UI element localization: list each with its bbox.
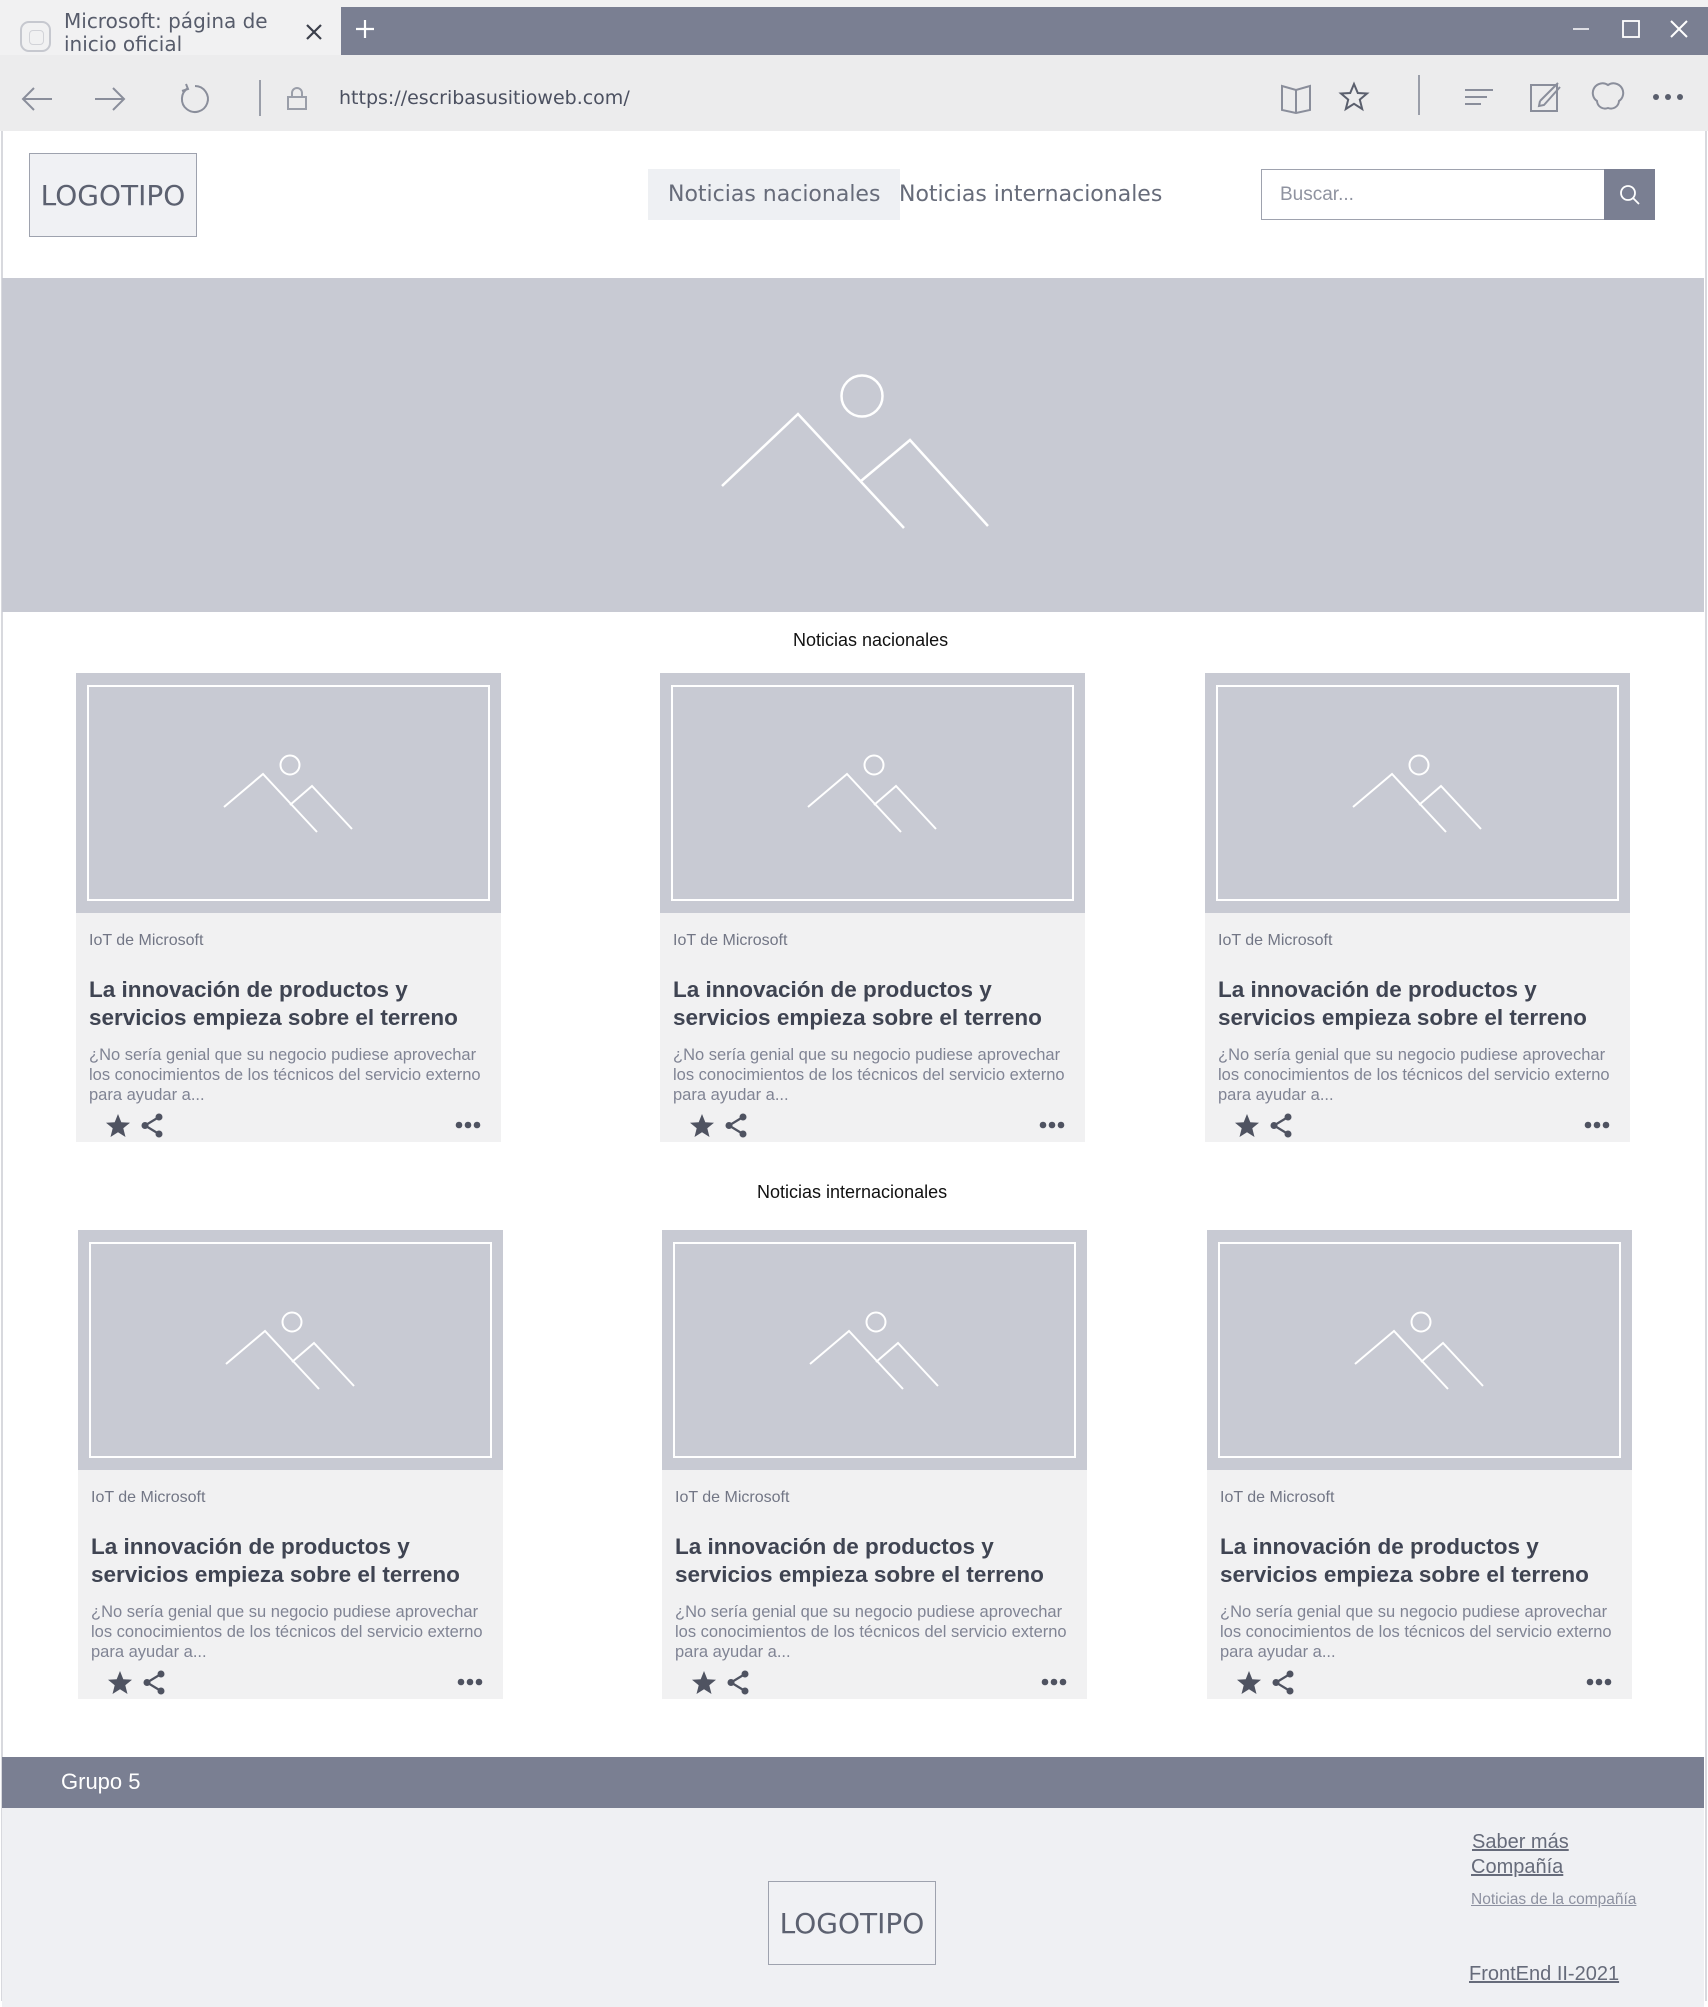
refresh-icon[interactable] bbox=[178, 82, 212, 116]
group-label: Grupo 5 bbox=[61, 1769, 141, 1794]
card-kicker: IoT de Microsoft bbox=[1218, 932, 1333, 949]
card-image-placeholder bbox=[1207, 1230, 1632, 1470]
search-icon bbox=[1619, 184, 1640, 205]
tab-title: Microsoft: página de inicio oficial bbox=[64, 9, 268, 56]
favorite-star-icon[interactable] bbox=[1236, 1670, 1262, 1695]
favorite-star-icon[interactable] bbox=[1234, 1113, 1260, 1138]
image-placeholder-icon bbox=[809, 1311, 939, 1390]
card-kicker: IoT de Microsoft bbox=[89, 932, 204, 949]
card-headline[interactable]: La innovación de productos y servicios e… bbox=[1218, 976, 1618, 1032]
more-options-icon[interactable] bbox=[1584, 1120, 1610, 1130]
card-excerpt: ¿No sería genial que su negocio pudiese … bbox=[1218, 1046, 1610, 1104]
news-card[interactable]: IoT de Microsoft La innovación de produc… bbox=[662, 1230, 1087, 1699]
search-button[interactable] bbox=[1604, 169, 1655, 220]
image-placeholder-icon bbox=[721, 374, 989, 529]
share-icon[interactable] bbox=[142, 1670, 166, 1695]
hub-icon[interactable] bbox=[1463, 85, 1495, 109]
image-placeholder-icon bbox=[1352, 754, 1482, 833]
card-kicker: IoT de Microsoft bbox=[1220, 1489, 1335, 1506]
card-excerpt: ¿No sería genial que su negocio pudiese … bbox=[89, 1046, 481, 1104]
hero-image-placeholder bbox=[2, 278, 1704, 612]
card-headline[interactable]: La innovación de productos y servicios e… bbox=[91, 1533, 491, 1589]
card-image-placeholder bbox=[1205, 673, 1630, 913]
link-saber-mas[interactable]: Saber más bbox=[1472, 1831, 1569, 1854]
card-headline[interactable]: La innovación de productos y servicios e… bbox=[673, 976, 1073, 1032]
footer-logo[interactable]: LOGOTIPO bbox=[768, 1881, 936, 1965]
card-kicker: IoT de Microsoft bbox=[675, 1489, 790, 1506]
more-options-icon[interactable] bbox=[455, 1120, 481, 1130]
favorite-star-icon[interactable] bbox=[107, 1670, 133, 1695]
link-compania[interactable]: Compañía bbox=[1471, 1856, 1563, 1879]
search-input[interactable] bbox=[1261, 169, 1606, 220]
favorite-star-icon[interactable] bbox=[691, 1670, 717, 1695]
card-image-placeholder bbox=[660, 673, 1085, 913]
more-options-icon[interactable] bbox=[1041, 1677, 1067, 1687]
card-excerpt: ¿No sería genial que su negocio pudiese … bbox=[1220, 1603, 1612, 1661]
forward-icon[interactable] bbox=[93, 85, 127, 113]
browser-title-bar: Microsoft: página de inicio oficial bbox=[0, 0, 1708, 56]
card-excerpt: ¿No sería genial que su negocio pudiese … bbox=[91, 1603, 483, 1661]
image-placeholder-icon bbox=[223, 754, 353, 833]
card-kicker: IoT de Microsoft bbox=[91, 1489, 206, 1506]
toolbar-divider bbox=[1418, 75, 1420, 115]
card-excerpt: ¿No sería genial que su negocio pudiese … bbox=[675, 1603, 1067, 1661]
news-card[interactable]: IoT de Microsoft La innovación de produc… bbox=[78, 1230, 503, 1699]
section-title-nacionales: Noticias nacionales bbox=[793, 630, 949, 650]
favorite-star-icon[interactable] bbox=[105, 1113, 131, 1138]
share-icon[interactable] bbox=[726, 1670, 750, 1695]
image-placeholder-icon bbox=[1354, 1311, 1484, 1390]
new-tab-icon[interactable] bbox=[353, 17, 377, 41]
reading-view-icon[interactable] bbox=[1279, 82, 1313, 114]
section-title-internacionales: Noticias internacionales bbox=[757, 1182, 948, 1202]
card-image-placeholder bbox=[76, 673, 501, 913]
favicon-icon bbox=[20, 21, 51, 52]
tab-strip bbox=[341, 7, 1708, 55]
footer-bar: Grupo 5 bbox=[2, 1757, 1704, 1808]
share-icon[interactable] bbox=[1269, 1113, 1293, 1138]
nav-noticias-nacionales[interactable]: Noticias nacionales bbox=[648, 169, 901, 220]
address-bar-url[interactable]: https://escribasusitioweb.com/ bbox=[339, 87, 630, 109]
close-tab-icon[interactable] bbox=[302, 20, 326, 44]
minimize-icon[interactable] bbox=[1570, 18, 1592, 40]
news-card[interactable]: IoT de Microsoft La innovación de produc… bbox=[1207, 1230, 1632, 1699]
card-headline[interactable]: La innovación de productos y servicios e… bbox=[1220, 1533, 1620, 1589]
share-icon[interactable] bbox=[140, 1113, 164, 1138]
maximize-icon[interactable] bbox=[1620, 18, 1642, 40]
card-headline[interactable]: La innovación de productos y servicios e… bbox=[89, 976, 489, 1032]
share-icon[interactable] bbox=[1591, 79, 1625, 113]
more-options-icon[interactable] bbox=[457, 1677, 483, 1687]
more-icon[interactable] bbox=[1652, 92, 1684, 102]
toolbar-divider bbox=[259, 80, 261, 116]
card-kicker: IoT de Microsoft bbox=[673, 932, 788, 949]
link-noticias-compania[interactable]: Noticias de la compañía bbox=[1471, 1891, 1636, 1909]
image-placeholder-icon bbox=[225, 1311, 355, 1390]
web-note-icon[interactable] bbox=[1528, 79, 1562, 113]
nav-noticias-internacionales[interactable]: Noticias internacionales bbox=[879, 169, 1182, 220]
close-window-icon[interactable] bbox=[1668, 18, 1690, 40]
card-headline[interactable]: La innovación de productos y servicios e… bbox=[675, 1533, 1075, 1589]
link-frontend[interactable]: FrontEnd II-2021 bbox=[1469, 1963, 1619, 1986]
card-excerpt: ¿No sería genial que su negocio pudiese … bbox=[673, 1046, 1065, 1104]
browser-tab[interactable]: Microsoft: página de inicio oficial bbox=[2, 7, 341, 56]
share-icon[interactable] bbox=[724, 1113, 748, 1138]
news-card[interactable]: IoT de Microsoft La innovación de produc… bbox=[76, 673, 501, 1142]
news-card[interactable]: IoT de Microsoft La innovación de produc… bbox=[1205, 673, 1630, 1142]
more-options-icon[interactable] bbox=[1039, 1120, 1065, 1130]
card-image-placeholder bbox=[78, 1230, 503, 1470]
more-options-icon[interactable] bbox=[1586, 1677, 1612, 1687]
browser-toolbar bbox=[0, 55, 1708, 131]
favorite-star-icon[interactable] bbox=[1338, 81, 1370, 113]
lock-icon[interactable] bbox=[286, 87, 308, 111]
back-icon[interactable] bbox=[20, 85, 54, 113]
card-image-placeholder bbox=[662, 1230, 1087, 1470]
share-icon[interactable] bbox=[1271, 1670, 1295, 1695]
favorite-star-icon[interactable] bbox=[689, 1113, 715, 1138]
site-logo[interactable]: LOGOTIPO bbox=[29, 153, 197, 237]
news-card[interactable]: IoT de Microsoft La innovación de produc… bbox=[660, 673, 1085, 1142]
image-placeholder-icon bbox=[807, 754, 937, 833]
